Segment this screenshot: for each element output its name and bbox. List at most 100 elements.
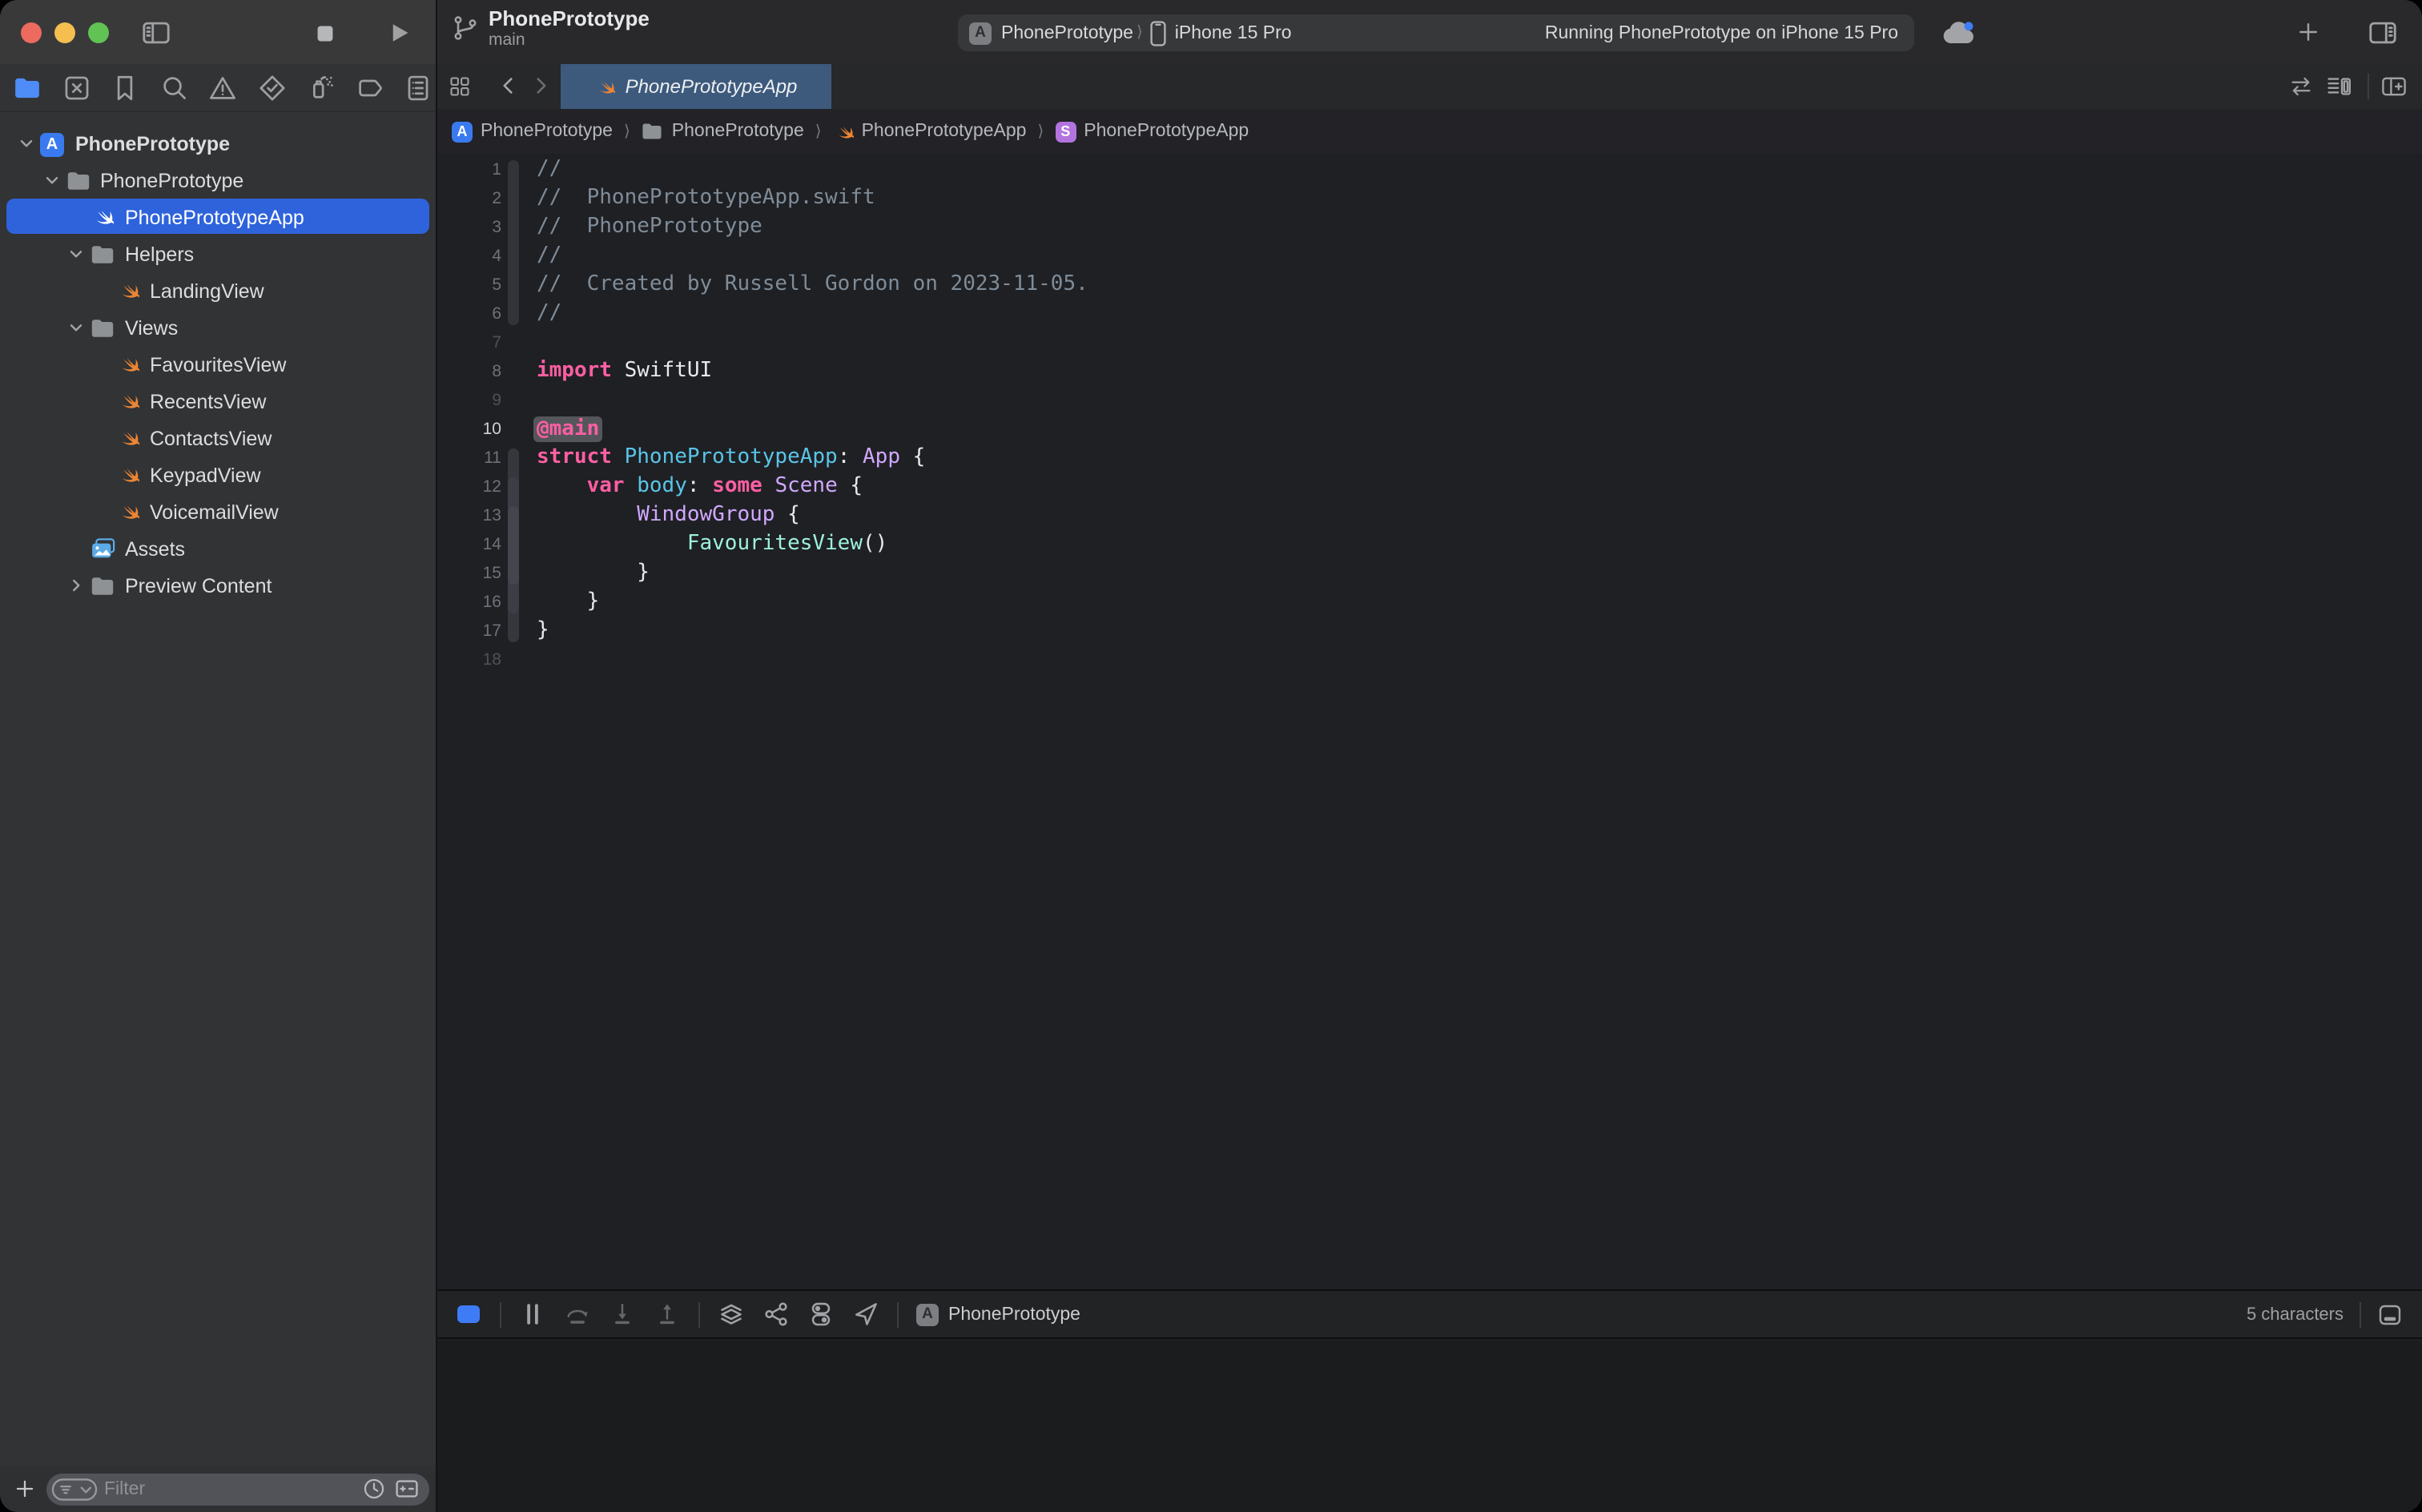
jumpbar-item[interactable]: PhonePrototype bbox=[642, 120, 804, 143]
navigator-tab-issues[interactable] bbox=[208, 73, 237, 102]
pause-icon[interactable] bbox=[519, 1301, 546, 1328]
line-number[interactable]: 3 bbox=[437, 218, 501, 237]
editor-options-icon[interactable] bbox=[2326, 74, 2353, 99]
line-number[interactable]: 7 bbox=[437, 333, 501, 352]
sidebar-divider[interactable] bbox=[436, 0, 437, 1512]
navigator-tab-find[interactable] bbox=[159, 73, 188, 102]
assets-icon bbox=[90, 536, 115, 561]
line-number[interactable]: 2 bbox=[437, 189, 501, 208]
code-fold-ribbon[interactable] bbox=[507, 505, 518, 584]
navigator-tab-tests[interactable] bbox=[257, 73, 286, 102]
disclosure-chevron-icon[interactable] bbox=[66, 575, 86, 596]
step-over-icon[interactable] bbox=[564, 1301, 591, 1328]
add-toolbar-button[interactable] bbox=[2297, 21, 2319, 43]
related-items-icon[interactable] bbox=[449, 75, 471, 98]
tree-item-landingview[interactable]: LandingView bbox=[0, 272, 436, 309]
code-line: 10@main bbox=[437, 415, 2422, 444]
go-back-icon[interactable] bbox=[498, 75, 519, 96]
line-number[interactable]: 11 bbox=[437, 448, 501, 468]
run-button[interactable] bbox=[388, 21, 412, 45]
jumpbar-item[interactable]: APhonePrototype bbox=[452, 121, 613, 142]
debug-area-toggle-icon[interactable] bbox=[455, 1301, 482, 1328]
view-hierarchy-icon[interactable] bbox=[718, 1301, 745, 1328]
disclosure-chevron-icon[interactable] bbox=[16, 133, 37, 154]
source-editor[interactable]: 1//2// PhonePrototypeApp.swift3// PhoneP… bbox=[437, 154, 2422, 1289]
line-number[interactable]: 14 bbox=[437, 535, 501, 554]
step-into-icon[interactable] bbox=[609, 1301, 636, 1328]
navigator-tab-debug[interactable] bbox=[306, 73, 335, 102]
debug-console-area[interactable]: Auto Filter bbox=[437, 1341, 2422, 1512]
line-number[interactable]: 4 bbox=[437, 247, 501, 266]
environment-overrides-icon[interactable] bbox=[807, 1301, 835, 1328]
tree-item-phoneprototype[interactable]: PhonePrototype bbox=[0, 162, 436, 199]
source-control-status-filter-icon[interactable] bbox=[394, 1477, 420, 1501]
recent-files-filter-icon[interactable] bbox=[362, 1477, 386, 1501]
tree-item-favouritesview[interactable]: FavouritesView bbox=[0, 346, 436, 383]
line-number[interactable]: 9 bbox=[437, 391, 501, 410]
close-window-button[interactable] bbox=[21, 22, 42, 43]
line-number[interactable]: 10 bbox=[437, 420, 501, 439]
disclosure-chevron-icon[interactable] bbox=[66, 243, 86, 264]
toggle-inspector-button[interactable] bbox=[2368, 18, 2398, 48]
tree-item-phoneprototype[interactable]: APhonePrototype bbox=[0, 125, 436, 162]
line-number[interactable]: 15 bbox=[437, 564, 501, 583]
running-process-chip[interactable]: APhonePrototype bbox=[916, 1303, 1080, 1325]
swap-editor-icon[interactable] bbox=[2289, 75, 2313, 98]
tab-phoneprototypeapp[interactable]: PhonePrototypeApp bbox=[561, 64, 831, 109]
navigator-tab-source-control[interactable] bbox=[62, 73, 91, 102]
line-number[interactable]: 18 bbox=[437, 650, 501, 670]
code-token bbox=[537, 474, 587, 498]
run-destination-label[interactable]: iPhone 15 Pro bbox=[1175, 23, 1292, 42]
panel-bottom-icon[interactable] bbox=[2377, 1301, 2403, 1327]
tree-item-voicemailview[interactable]: VoicemailView bbox=[0, 493, 436, 530]
tree-item-preview-content[interactable]: Preview Content bbox=[0, 567, 436, 604]
line-number[interactable]: 12 bbox=[437, 477, 501, 497]
line-number[interactable]: 1 bbox=[437, 160, 501, 179]
jumpbar-item[interactable]: SPhonePrototypeApp bbox=[1055, 121, 1249, 142]
line-number[interactable]: 8 bbox=[437, 362, 501, 381]
zoom-window-button[interactable] bbox=[88, 22, 109, 43]
memory-graph-icon[interactable] bbox=[762, 1301, 790, 1328]
disclosure-chevron-icon[interactable] bbox=[41, 170, 62, 191]
swift-file-icon bbox=[595, 76, 616, 97]
go-forward-icon[interactable] bbox=[530, 75, 551, 96]
tree-item-helpers[interactable]: Helpers bbox=[0, 235, 436, 272]
swift-icon bbox=[115, 462, 140, 488]
code-text: // PhonePrototypeApp.swift bbox=[501, 184, 875, 213]
toggle-navigator-button[interactable] bbox=[141, 18, 171, 48]
code-fold-ribbon[interactable] bbox=[507, 159, 518, 324]
step-out-icon[interactable] bbox=[654, 1301, 681, 1328]
scheme-app-icon[interactable]: A bbox=[969, 22, 992, 44]
line-number[interactable]: 17 bbox=[437, 621, 501, 641]
line-number[interactable]: 16 bbox=[437, 593, 501, 612]
jumpbar-item[interactable]: PhonePrototypeApp bbox=[833, 121, 1027, 142]
add-editor-icon[interactable] bbox=[2380, 74, 2408, 99]
process-name: PhonePrototype bbox=[948, 1305, 1080, 1324]
line-number[interactable]: 6 bbox=[437, 304, 501, 324]
navigator-tab-reports[interactable] bbox=[404, 73, 432, 102]
filter-options-icon[interactable] bbox=[51, 1476, 98, 1502]
line-number[interactable]: 5 bbox=[437, 275, 501, 295]
tree-item-views[interactable]: Views bbox=[0, 309, 436, 346]
code-token: // PhonePrototypeApp.swift bbox=[537, 186, 875, 210]
navigator-tab-project[interactable] bbox=[13, 73, 42, 102]
tree-item-contactsview[interactable]: ContactsView bbox=[0, 420, 436, 456]
tree-item-recentsview[interactable]: RecentsView bbox=[0, 383, 436, 420]
jumpbar-separator: ⟩ bbox=[624, 123, 630, 140]
disclosure-chevron-icon[interactable] bbox=[66, 317, 86, 338]
add-file-button[interactable] bbox=[14, 1478, 35, 1499]
stop-button[interactable] bbox=[314, 22, 336, 45]
scheme-project-label[interactable]: PhonePrototype bbox=[1001, 23, 1133, 42]
code-token: { bbox=[838, 474, 863, 498]
simulate-location-icon[interactable] bbox=[852, 1301, 879, 1328]
navigator-tab-bookmarks[interactable] bbox=[111, 73, 139, 102]
tree-item-assets[interactable]: Assets bbox=[0, 530, 436, 567]
minimize-window-button[interactable] bbox=[54, 22, 75, 43]
navigator-filter-field[interactable]: Filter bbox=[46, 1473, 429, 1505]
tree-item-phoneprototypeapp[interactable]: PhonePrototypeApp bbox=[0, 199, 436, 235]
line-number[interactable]: 13 bbox=[437, 506, 501, 525]
tabbar-divider bbox=[2368, 74, 2369, 99]
tree-item-keypadview[interactable]: KeypadView bbox=[0, 456, 436, 493]
navigator-tab-breakpoints[interactable] bbox=[355, 73, 384, 102]
swift-icon bbox=[833, 121, 854, 142]
